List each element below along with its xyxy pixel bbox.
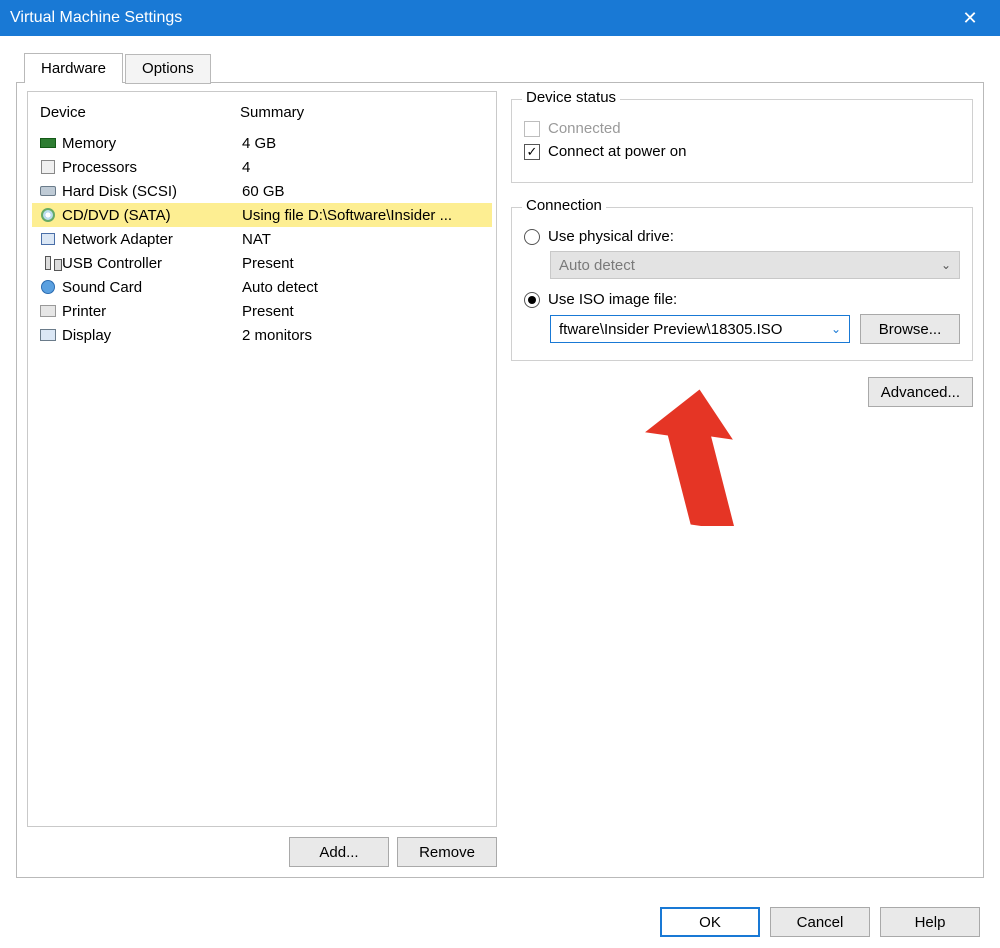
list-item-processors[interactable]: Processors 4 (32, 155, 492, 179)
tab-page-hardware: Device Summary Memory 4 GB Processors 4 … (16, 82, 984, 878)
use-physical-label: Use physical drive: (548, 228, 674, 245)
details-pane: Device status Connected ✓ Connect at pow… (511, 91, 973, 867)
device-name: Memory (62, 135, 242, 152)
device-pane: Device Summary Memory 4 GB Processors 4 … (27, 91, 497, 867)
physical-drive-value: Auto detect (559, 257, 635, 274)
list-item-memory[interactable]: Memory 4 GB (32, 131, 492, 155)
device-list-header: Device Summary (32, 100, 492, 131)
device-name: Network Adapter (62, 231, 242, 248)
checkbox-icon (524, 121, 540, 137)
chevron-down-icon: ⌄ (941, 258, 951, 272)
use-iso-radio-row[interactable]: Use ISO image file: (524, 291, 960, 308)
list-item-harddisk[interactable]: Hard Disk (SCSI) 60 GB (32, 179, 492, 203)
device-status-legend: Device status (522, 89, 620, 106)
use-iso-label: Use ISO image file: (548, 291, 677, 308)
iso-file-combo[interactable]: ftware\Insider Preview\18305.ISO ⌄ (550, 315, 850, 343)
tab-options[interactable]: Options (125, 54, 211, 84)
list-item-printer[interactable]: Printer Present (32, 299, 492, 323)
usb-icon (38, 254, 58, 272)
connection-legend: Connection (522, 197, 606, 214)
browse-button[interactable]: Browse... (860, 314, 960, 344)
device-status-group: Device status Connected ✓ Connect at pow… (511, 99, 973, 183)
dialog-footer: OK Cancel Help (0, 896, 1000, 948)
device-summary: 60 GB (242, 183, 486, 200)
disc-icon (38, 206, 58, 224)
device-name: CD/DVD (SATA) (62, 207, 242, 224)
use-physical-radio-row[interactable]: Use physical drive: (524, 228, 960, 245)
advanced-button[interactable]: Advanced... (868, 377, 973, 407)
device-summary: 4 (242, 159, 486, 176)
tab-hardware[interactable]: Hardware (24, 53, 123, 83)
title-bar: Virtual Machine Settings ✕ (0, 0, 1000, 36)
radio-icon (524, 292, 540, 308)
list-item-cddvd[interactable]: CD/DVD (SATA) Using file D:\Software\Ins… (32, 203, 492, 227)
dialog-body: Hardware Options Device Summary Memory 4… (0, 36, 1000, 896)
physical-drive-combo[interactable]: Auto detect ⌄ (550, 251, 960, 279)
iso-file-row: ftware\Insider Preview\18305.ISO ⌄ Brows… (550, 314, 960, 344)
network-icon (38, 230, 58, 248)
connect-power-on-label: Connect at power on (548, 143, 686, 160)
device-name: Hard Disk (SCSI) (62, 183, 242, 200)
ok-button[interactable]: OK (660, 907, 760, 937)
cancel-button[interactable]: Cancel (770, 907, 870, 937)
connection-group: Connection Use physical drive: Auto dete… (511, 207, 973, 361)
list-item-usb[interactable]: USB Controller Present (32, 251, 492, 275)
physical-drive-row: Auto detect ⌄ (550, 251, 960, 279)
checkbox-icon: ✓ (524, 144, 540, 160)
advanced-row: Advanced... (511, 377, 973, 407)
device-name: USB Controller (62, 255, 242, 272)
device-name: Processors (62, 159, 242, 176)
memory-icon (38, 134, 58, 152)
col-device: Device (40, 104, 240, 121)
device-summary: NAT (242, 231, 486, 248)
remove-button[interactable]: Remove (397, 837, 497, 867)
printer-icon (38, 302, 58, 320)
cpu-icon (38, 158, 58, 176)
display-icon (38, 326, 58, 344)
harddisk-icon (38, 182, 58, 200)
list-item-sound[interactable]: Sound Card Auto detect (32, 275, 492, 299)
device-summary: 4 GB (242, 135, 486, 152)
device-name: Display (62, 327, 242, 344)
window-title: Virtual Machine Settings (10, 9, 950, 27)
iso-file-value: ftware\Insider Preview\18305.ISO (559, 321, 782, 338)
close-icon[interactable]: ✕ (950, 8, 990, 29)
chevron-down-icon: ⌄ (831, 322, 841, 336)
tab-strip: Hardware Options (24, 52, 984, 82)
device-list: Device Summary Memory 4 GB Processors 4 … (27, 91, 497, 827)
connected-checkbox-row[interactable]: Connected (524, 120, 960, 137)
device-summary: Present (242, 303, 486, 320)
connect-power-on-checkbox-row[interactable]: ✓ Connect at power on (524, 143, 960, 160)
add-button[interactable]: Add... (289, 837, 389, 867)
col-summary: Summary (240, 104, 304, 121)
radio-icon (524, 229, 540, 245)
device-name: Printer (62, 303, 242, 320)
list-item-network[interactable]: Network Adapter NAT (32, 227, 492, 251)
device-summary: 2 monitors (242, 327, 486, 344)
device-summary: Using file D:\Software\Insider ... (242, 207, 486, 224)
device-name: Sound Card (62, 279, 242, 296)
list-item-display[interactable]: Display 2 monitors (32, 323, 492, 347)
help-button[interactable]: Help (880, 907, 980, 937)
device-list-buttons: Add... Remove (27, 837, 497, 867)
connected-label: Connected (548, 120, 621, 137)
device-summary: Present (242, 255, 486, 272)
device-summary: Auto detect (242, 279, 486, 296)
sound-icon (38, 278, 58, 296)
